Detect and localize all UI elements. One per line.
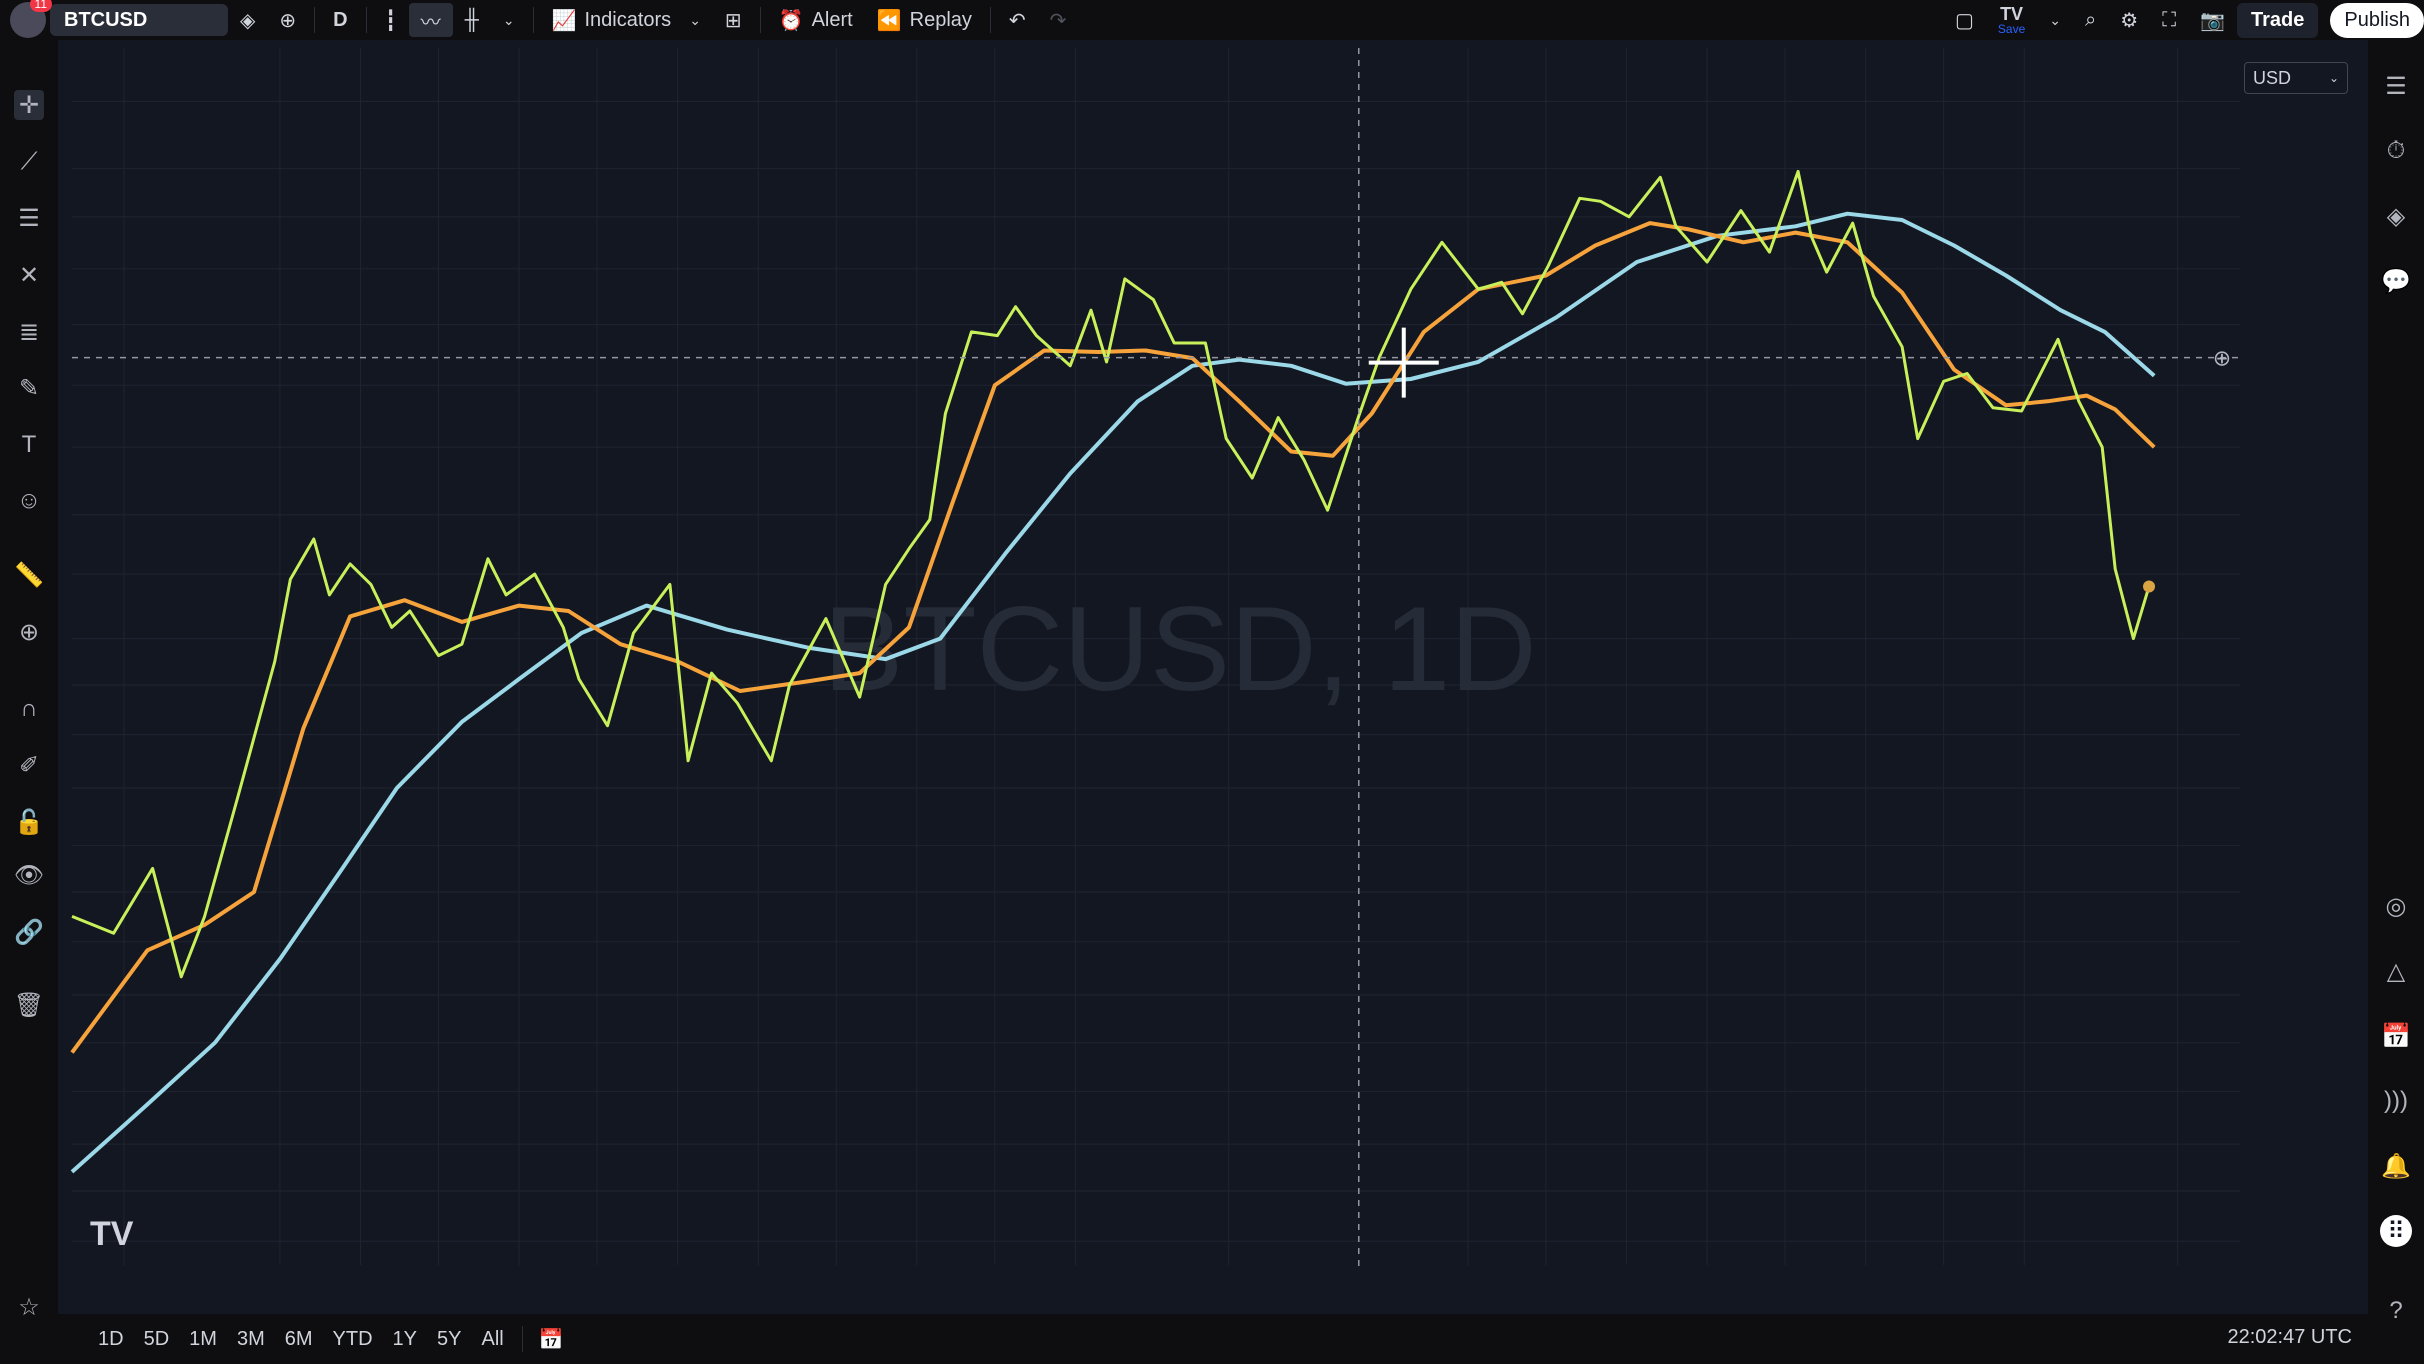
svg-text:TV: TV — [90, 1215, 134, 1253]
save-button[interactable]: TV Save — [1986, 0, 2037, 40]
alarm-icon: ⏰ — [778, 9, 804, 32]
add-alert-plus-icon[interactable]: ⊕ — [2213, 346, 2231, 371]
trend-line-icon[interactable]: ⟋ — [14, 147, 44, 177]
publish-button[interactable]: Publish — [2330, 2, 2424, 38]
alert-label: Alert — [811, 8, 853, 31]
calendar-icon[interactable]: 📅 — [2380, 1020, 2412, 1052]
horizontal-lines-icon[interactable]: ☰ — [14, 203, 44, 233]
chevron-down-icon[interactable]: ⌄ — [491, 0, 527, 40]
trade-button[interactable]: Trade — [2237, 2, 2319, 38]
separator — [521, 1326, 523, 1352]
interval-button[interactable]: D — [321, 0, 359, 40]
bar-chart-icon[interactable]: ╫ — [453, 0, 491, 40]
help-icon[interactable]: ? — [2380, 1295, 2412, 1327]
separator — [365, 7, 367, 33]
settings-gear-icon[interactable]: ⚙ — [2108, 0, 2150, 40]
link-icon[interactable]: 🔗 — [14, 917, 44, 947]
indicators-label: Indicators — [584, 8, 672, 31]
fullscreen-icon[interactable]: ⛶ — [2150, 0, 2188, 40]
chevron-down-icon: ⌄ — [689, 11, 701, 28]
news-feed-icon[interactable]: ))) — [2380, 1085, 2412, 1117]
fib-tool-icon[interactable]: ≣ — [14, 317, 44, 347]
star-icon[interactable]: ☆ — [14, 1292, 44, 1322]
zoom-in-icon[interactable]: ⊕ — [14, 617, 44, 647]
left-drawing-toolbar: ✛ ⟋ ☰ ✕ ≣ ✎ T ☺ 📏 ⊕ ∩ ✐ 🔓 👁 🔗 🗑 ☆ — [0, 40, 58, 1364]
last-price-dot — [2143, 580, 2156, 593]
add-symbol-icon[interactable]: ⊕ — [267, 0, 308, 40]
currency-selector[interactable]: USD ⌄ — [2244, 62, 2348, 94]
tradingview-logo[interactable]: TV — [90, 1215, 134, 1253]
top-toolbar: 11 BTCUSD ◈ ⊕ D ┇ 〰 ╫ ⌄ 📈 Indicators ⌄ ⊞… — [0, 0, 2424, 40]
separator — [989, 7, 991, 33]
user-avatar[interactable]: 11 — [10, 0, 52, 38]
range-button-all[interactable]: All — [471, 1328, 513, 1351]
undo-icon[interactable]: ↶ — [997, 0, 1038, 40]
replay-label: Replay — [909, 8, 972, 31]
chat-icon[interactable]: 💬 — [2380, 265, 2412, 297]
line-chart-icon[interactable]: 〰 — [408, 3, 453, 37]
rewind-icon: ⏪ — [876, 9, 902, 32]
save-label: Save — [1997, 22, 2026, 36]
separator — [532, 7, 534, 33]
currency-label: USD — [2253, 67, 2292, 88]
ideas-icon[interactable]: △ — [2380, 955, 2412, 987]
crosshair-icon[interactable]: ✛ — [14, 90, 44, 120]
tv-label: TV — [2000, 4, 2024, 24]
symbol-search[interactable]: BTCUSD — [50, 4, 228, 36]
layout-square-icon[interactable]: ▢ — [1943, 0, 1986, 40]
eye-icon[interactable]: 👁 — [14, 860, 44, 890]
redo-icon[interactable]: ↷ — [1038, 0, 1079, 40]
target-icon[interactable]: ◎ — [2380, 890, 2412, 922]
symbol-label: BTCUSD — [64, 8, 148, 31]
range-buttons: 1D 5D 1M 3M 6M YTD 1Y 5Y All — [88, 1328, 514, 1351]
range-button-ytd[interactable]: YTD — [323, 1328, 383, 1351]
interval-label: D — [333, 8, 348, 31]
indicators-button[interactable]: 📈 Indicators ⌄ — [540, 0, 713, 40]
chevron-down-icon: ⌄ — [2328, 71, 2339, 85]
range-button-6m[interactable]: 6M — [275, 1328, 323, 1351]
separator — [759, 7, 761, 33]
range-button-1y[interactable]: 1Y — [383, 1328, 427, 1351]
range-button-5y[interactable]: 5Y — [427, 1328, 471, 1351]
utc-clock[interactable]: 22:02:47 UTC — [2227, 1326, 2352, 1349]
quick-search-icon[interactable]: ⌕ — [2073, 0, 2108, 40]
candles-icon[interactable]: ┇ — [373, 0, 409, 40]
alert-button[interactable]: ⏰ Alert — [767, 0, 865, 40]
bell-icon[interactable]: 🔔 — [2380, 1150, 2412, 1182]
camera-icon[interactable]: 📷 — [2188, 0, 2237, 40]
range-button-5d[interactable]: 5D — [134, 1328, 180, 1351]
diamond-icon[interactable]: ◈ — [228, 0, 267, 40]
bottom-toolbar: 1D 5D 1M 3M 6M YTD 1Y 5Y All 📅 22:02:47 UTC — [58, 1314, 2368, 1364]
indicators-icon: 📈 — [551, 9, 577, 32]
range-button-3m[interactable]: 3M — [227, 1328, 275, 1351]
replay-button[interactable]: ⏪ Replay — [865, 0, 984, 40]
trash-icon[interactable]: 🗑 — [14, 990, 44, 1020]
separator — [314, 7, 316, 33]
alerts-clock-icon[interactable]: ⏱ — [2380, 135, 2412, 167]
right-sidebar: ☰ ⏱ ◈ 💬 ◎ △ 📅 ))) 🔔 ⠿ ? — [2368, 40, 2424, 1364]
apps-grid-icon[interactable]: ⠿ — [2380, 1215, 2412, 1247]
pattern-icon[interactable]: ✕ — [14, 260, 44, 290]
goto-date-calendar-icon[interactable]: 📅 — [529, 1327, 574, 1352]
lock-icon[interactable]: 🔓 — [14, 807, 44, 837]
range-button-1m[interactable]: 1M — [179, 1328, 227, 1351]
price-chart[interactable]: BTCUSD, 1D 94,559.57⊕2025/04/20 135,000.… — [70, 48, 2240, 1266]
layouts-icon[interactable]: ⊞ — [713, 0, 754, 40]
symbol-watermark: BTCUSD, 1D — [823, 582, 1536, 716]
watchlist-icon[interactable]: ☰ — [2380, 70, 2412, 102]
brush-icon[interactable]: ✎ — [14, 373, 44, 403]
range-button-1d[interactable]: 1D — [88, 1328, 134, 1351]
text-tool-icon[interactable]: T — [14, 430, 44, 460]
drawing-lock-pen-icon[interactable]: ✐ — [14, 750, 44, 780]
layers-icon[interactable]: ◈ — [2380, 200, 2412, 232]
chevron-down-icon[interactable]: ⌄ — [2037, 0, 2073, 40]
magnet-icon[interactable]: ∩ — [14, 694, 44, 724]
emoji-icon[interactable]: ☺ — [14, 486, 44, 516]
ruler-icon[interactable]: 📏 — [14, 560, 44, 590]
notification-badge: 11 — [29, 0, 52, 12]
